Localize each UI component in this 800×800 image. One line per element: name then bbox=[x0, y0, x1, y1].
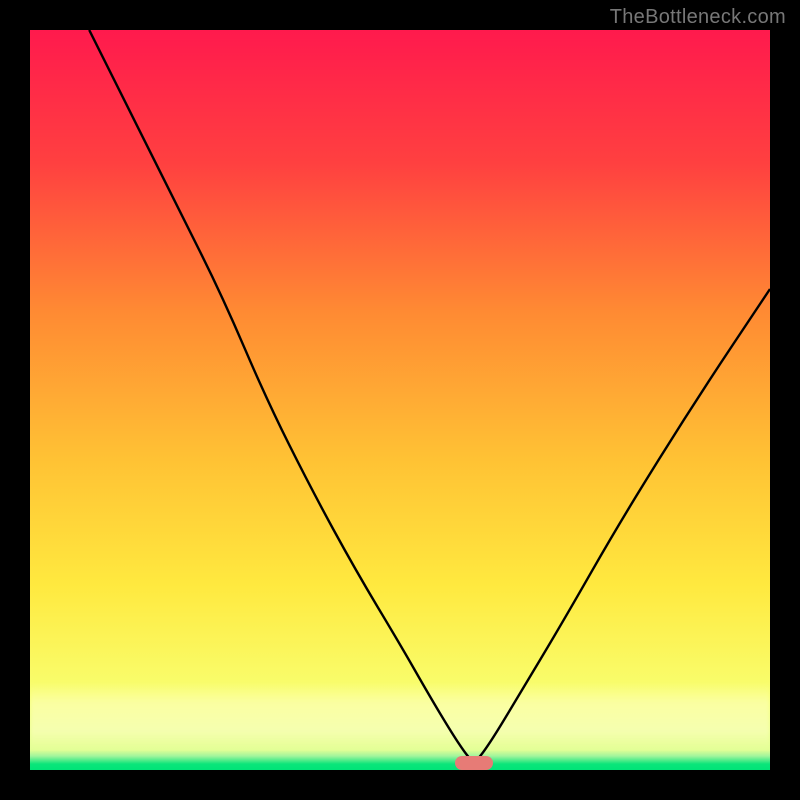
chart-frame: TheBottleneck.com bbox=[0, 0, 800, 800]
optimum-marker bbox=[455, 756, 493, 770]
plot-area bbox=[30, 30, 770, 770]
watermark-text: TheBottleneck.com bbox=[610, 6, 786, 29]
bottleneck-curve bbox=[30, 30, 770, 770]
